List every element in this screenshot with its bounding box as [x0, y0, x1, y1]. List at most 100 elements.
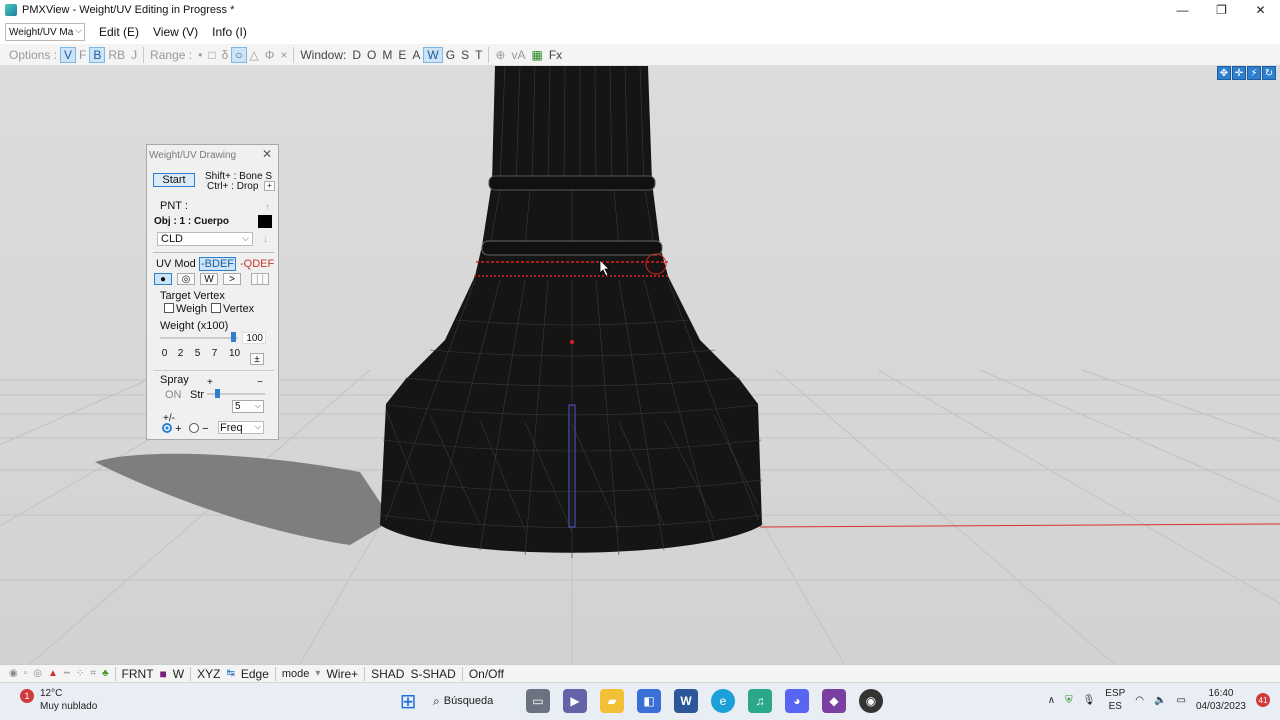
task-view-icon[interactable]: ▭ — [526, 689, 550, 713]
fx-button[interactable]: Fx — [546, 48, 565, 62]
mode-ring-button[interactable]: ◎ — [177, 273, 195, 285]
toggle-icon[interactable]: ◎ — [30, 668, 45, 679]
chevron-up-icon[interactable]: ∧ — [1048, 695, 1055, 706]
wifi-icon[interactable]: ◠ — [1135, 695, 1144, 706]
preset-10-button[interactable]: 10 — [227, 347, 242, 359]
range-delta-button[interactable]: δ — [219, 48, 232, 62]
language-indicator[interactable]: ESP ES — [1105, 687, 1125, 713]
range-phi-button[interactable]: Φ — [262, 48, 278, 62]
close-icon[interactable]: ✕ — [262, 147, 272, 161]
s-shad-button[interactable]: S-SHAD — [407, 667, 458, 681]
move-view-icon[interactable]: ✥ — [1217, 66, 1231, 80]
window-s-button[interactable]: S — [458, 48, 472, 62]
qdef-option[interactable]: -QDEF — [240, 258, 274, 270]
panel-titlebar[interactable]: Weight/UV Drawing ✕ — [147, 145, 278, 165]
volume-icon[interactable]: 🔈 — [1154, 695, 1166, 706]
option-f-button[interactable]: F — [76, 48, 89, 62]
option-b-button[interactable]: B — [89, 46, 106, 63]
teams-icon[interactable]: ▶ — [563, 689, 587, 713]
wire-button[interactable]: Wire+ — [323, 667, 361, 681]
toggle-icon[interactable]: ┅ — [61, 668, 73, 679]
toggle-icon[interactable]: ◉ — [6, 668, 21, 679]
mode-dot-button[interactable]: ● — [154, 273, 172, 285]
window-e-button[interactable]: E — [395, 48, 409, 62]
word-icon[interactable]: W — [674, 689, 698, 713]
menu-edit[interactable]: Edit (E) — [99, 25, 139, 39]
battery-icon[interactable]: ▭ — [1176, 695, 1185, 706]
window-o-button[interactable]: O — [364, 48, 379, 62]
rotate-view-icon[interactable]: ↻ — [1262, 66, 1276, 80]
mode-w-button[interactable]: W — [200, 273, 218, 285]
arrow-up-icon[interactable]: ↑ — [265, 202, 270, 213]
option-rb-button[interactable]: RB — [105, 48, 128, 62]
cld-select[interactable]: CLD ⌵ — [157, 232, 253, 246]
grid-icon[interactable]: ▦ — [529, 48, 546, 62]
plus-minus-button[interactable]: ± — [250, 353, 264, 365]
weather-widget[interactable]: 1 12°C Muy nublado — [20, 687, 97, 713]
on-off-button[interactable]: On/Off — [466, 667, 507, 681]
mode-next-button[interactable]: > — [223, 273, 241, 285]
strength-select[interactable]: 5 ⌵ — [232, 400, 264, 413]
window-g-button[interactable]: G — [443, 48, 458, 62]
spray-on-toggle[interactable]: ON — [165, 389, 182, 401]
range-point-button[interactable]: • — [195, 48, 205, 62]
weight-checkbox[interactable]: Weigh — [164, 303, 207, 315]
window-m-button[interactable]: M — [379, 48, 395, 62]
front-view-button[interactable]: FRNT — [119, 667, 157, 681]
toggle-icon[interactable]: ▫ — [21, 668, 31, 679]
option-j-button[interactable]: J — [128, 48, 140, 62]
weight-value-field[interactable]: 100 — [242, 332, 266, 344]
weight-slider-thumb[interactable] — [231, 332, 236, 342]
taskbar-search[interactable]: ⌕ Búsqueda — [433, 694, 513, 709]
strength-slider-thumb[interactable] — [215, 389, 220, 398]
add-icon[interactable]: + — [264, 181, 275, 191]
maximize-icon[interactable]: ❐ — [1202, 0, 1241, 20]
shad-button[interactable]: SHAD — [368, 667, 407, 681]
toggle-icon[interactable]: ⌗ — [87, 668, 99, 679]
mode-pause-button[interactable]: | | — [251, 273, 269, 285]
range-clear-button[interactable]: × — [277, 48, 290, 62]
range-triangle-button[interactable]: △ — [247, 48, 262, 62]
menu-info[interactable]: Info (I) — [212, 25, 247, 39]
arrow-down-icon[interactable]: ↓ — [263, 234, 268, 245]
close-icon[interactable]: ✕ — [1241, 0, 1280, 20]
zoom-view-icon[interactable]: ⚡ — [1247, 66, 1261, 80]
radio-minus[interactable]: − — [189, 423, 209, 435]
range-circle-button[interactable]: ○ — [231, 46, 247, 63]
preset-0-button[interactable]: 0 — [159, 347, 170, 359]
windows-start-icon[interactable]: ⊞ — [396, 689, 420, 713]
toggle-icon[interactable]: ⁘ — [73, 668, 87, 679]
material-icon[interactable]: ■ — [157, 667, 170, 681]
mode-dropdown[interactable]: mode — [279, 668, 313, 680]
edge-button[interactable]: Edge — [238, 667, 272, 681]
bdef-option[interactable]: -BDEF — [199, 257, 236, 271]
mode-select[interactable]: Weight/UV Ma ⌵ — [5, 23, 85, 41]
axis-icon[interactable]: ⊕ — [492, 48, 508, 62]
start-button[interactable]: Start — [153, 173, 195, 187]
preset-5-button[interactable]: 5 — [192, 347, 203, 359]
discord-icon[interactable]: ◕ — [785, 689, 809, 713]
pmxview-icon[interactable]: ◆ — [822, 689, 846, 713]
toggle-icon[interactable]: ♣ — [99, 668, 112, 679]
edge-browser-icon[interactable]: e — [711, 689, 735, 713]
weight-slider-track[interactable] — [160, 337, 238, 339]
color-swatch[interactable] — [258, 215, 272, 228]
window-w-button[interactable]: W — [423, 46, 443, 63]
preset-2-button[interactable]: 2 — [175, 347, 186, 359]
security-icon[interactable]: ⛨ — [1065, 695, 1073, 706]
menu-view[interactable]: View (V) — [153, 25, 198, 39]
option-v-button[interactable]: V — [60, 46, 77, 63]
radio-plus[interactable]: + — [162, 423, 182, 435]
bone-icon[interactable]: ▲ — [45, 668, 61, 679]
dropdown-arrow-icon[interactable]: ▾ — [312, 668, 323, 679]
xyz-button[interactable]: XYZ — [194, 667, 223, 681]
app-icon[interactable]: ♫ — [748, 689, 772, 713]
store-icon[interactable]: ◧ — [637, 689, 661, 713]
preset-7-button[interactable]: 7 — [209, 347, 220, 359]
pan-view-icon[interactable]: ✛ — [1232, 66, 1246, 80]
file-explorer-icon[interactable]: ▰ — [600, 689, 624, 713]
minimize-icon[interactable]: — — [1163, 0, 1202, 20]
range-box-button[interactable]: □ — [205, 48, 218, 62]
window-d-button[interactable]: D — [349, 48, 364, 62]
clock[interactable]: 16:40 04/03/2023 — [1196, 687, 1246, 713]
